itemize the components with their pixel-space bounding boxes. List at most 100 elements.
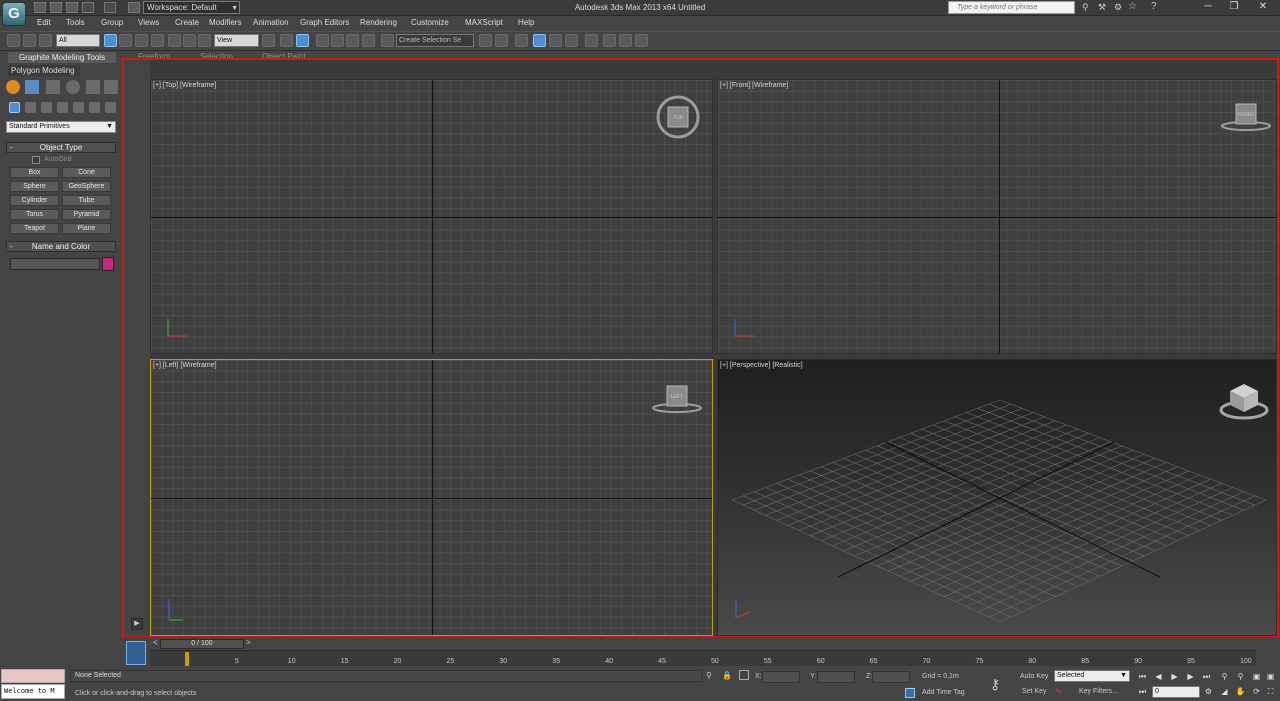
zoom-extents-icon[interactable]: ▣ bbox=[1250, 671, 1263, 683]
menu-help[interactable]: Help bbox=[518, 18, 534, 27]
minimize-icon[interactable]: ─ bbox=[1196, 0, 1220, 14]
menu-edit[interactable]: Edit bbox=[37, 18, 51, 27]
cone-button[interactable]: Cone bbox=[62, 167, 111, 178]
shapes-icon[interactable] bbox=[25, 102, 36, 113]
systems-icon[interactable] bbox=[105, 102, 116, 113]
new-scene-icon[interactable] bbox=[34, 2, 46, 13]
scale-icon[interactable] bbox=[198, 34, 211, 47]
time-configuration-icon[interactable]: ⚙ bbox=[1202, 686, 1215, 698]
torus-button[interactable]: Torus bbox=[10, 209, 59, 220]
keyboard-shortcut-toggle-icon[interactable] bbox=[296, 34, 309, 47]
pyramid-button[interactable]: Pyramid bbox=[62, 209, 111, 220]
zoom-icon[interactable]: ⚲ bbox=[1218, 671, 1231, 683]
geosphere-button[interactable]: GeoSphere bbox=[62, 181, 111, 192]
primitive-category-dropdown[interactable]: Standard Primitives ▼ bbox=[6, 121, 116, 133]
spinner-snap-icon[interactable] bbox=[362, 34, 375, 47]
viewcube-top[interactable]: TOP bbox=[653, 94, 703, 140]
geometry-icon[interactable] bbox=[9, 102, 20, 113]
name-and-color-rollout[interactable]: - Name and Color bbox=[6, 241, 116, 252]
display-tab-icon[interactable] bbox=[86, 80, 100, 94]
create-tab-icon[interactable] bbox=[6, 80, 20, 94]
help-icon[interactable]: ? bbox=[1151, 1, 1157, 12]
viewport-perspective[interactable]: [+] [Perspective] [Realistic] bbox=[717, 359, 1277, 636]
window-crossing-icon[interactable] bbox=[151, 34, 164, 47]
align-icon[interactable] bbox=[495, 34, 508, 47]
viewport-front[interactable]: [+] [Front] [Wireframe] FRONT bbox=[717, 79, 1277, 354]
field-of-view-icon[interactable]: ◢ bbox=[1218, 686, 1231, 698]
material-editor-icon[interactable] bbox=[585, 34, 598, 47]
select-object-icon[interactable] bbox=[104, 34, 117, 47]
tube-button[interactable]: Tube bbox=[62, 195, 111, 206]
maximize-viewport-icon[interactable]: ⛶ bbox=[1264, 686, 1277, 698]
modify-tab-icon[interactable] bbox=[25, 80, 39, 94]
graphite-toggle-icon[interactable] bbox=[549, 34, 562, 47]
key-filters-button[interactable]: Key Filters... bbox=[1079, 688, 1118, 695]
viewport-top[interactable]: [+] [Top] [Wireframe] TOP bbox=[150, 79, 713, 354]
pan-view-icon[interactable]: ✋ bbox=[1234, 686, 1247, 698]
lights-icon[interactable] bbox=[41, 102, 52, 113]
render-production-icon[interactable] bbox=[635, 34, 648, 47]
named-selection-set-dropdown[interactable]: Create Selection Se bbox=[396, 34, 474, 47]
maxscript-listener-macro[interactable] bbox=[1, 669, 65, 683]
cameras-icon[interactable] bbox=[57, 102, 68, 113]
cylinder-button[interactable]: Cylinder bbox=[10, 195, 59, 206]
timeline-track[interactable] bbox=[150, 650, 1256, 666]
previous-frame-icon[interactable]: ◀ bbox=[1152, 671, 1165, 683]
go-to-start-icon[interactable]: ⏮ bbox=[1136, 671, 1149, 683]
time-tag-icon[interactable] bbox=[905, 688, 915, 698]
isolate-selection-icon[interactable]: ⚲ bbox=[706, 671, 712, 680]
redo-icon[interactable] bbox=[104, 2, 116, 13]
rotate-icon[interactable] bbox=[183, 34, 196, 47]
viewcube-perspective[interactable] bbox=[1218, 380, 1270, 424]
menu-views[interactable]: Views bbox=[138, 18, 159, 27]
project-folder-icon[interactable] bbox=[128, 2, 140, 13]
edit-named-selection-icon[interactable] bbox=[381, 34, 394, 47]
viewport-label-left[interactable]: [+] [Left] [Wireframe] bbox=[153, 362, 217, 369]
search-input[interactable]: Type a keyword or phrase bbox=[948, 1, 1075, 14]
menu-tools[interactable]: Tools bbox=[66, 18, 85, 27]
subscription-icon[interactable]: ⚒ bbox=[1098, 2, 1106, 13]
tab-graphite-modeling-tools[interactable]: Graphite Modeling Tools bbox=[8, 52, 116, 63]
menu-modifiers[interactable]: Modifiers bbox=[209, 18, 241, 27]
timeline-playhead[interactable] bbox=[185, 652, 189, 666]
time-slider-prev-icon[interactable]: < bbox=[153, 638, 158, 647]
object-type-rollout[interactable]: - Object Type bbox=[6, 142, 116, 153]
selection-lock-icon[interactable]: 🔒 bbox=[722, 671, 732, 680]
maxscript-listener-input[interactable]: Welcome to M bbox=[1, 684, 65, 699]
save-file-icon[interactable] bbox=[66, 2, 78, 13]
mirror-icon[interactable] bbox=[479, 34, 492, 47]
box-button[interactable]: Box bbox=[10, 167, 59, 178]
viewport-left[interactable]: [+] [Left] [Wireframe] LEFT bbox=[150, 359, 713, 636]
favorites-star-icon[interactable]: ☆ bbox=[1128, 1, 1137, 12]
search-binoculars-icon[interactable]: ⚲ bbox=[1082, 2, 1089, 13]
autogrid-checkbox[interactable] bbox=[32, 156, 40, 164]
select-manipulate-icon[interactable] bbox=[280, 34, 293, 47]
layer-manager-icon[interactable] bbox=[533, 34, 546, 47]
auto-key-button[interactable]: Auto Key bbox=[1020, 673, 1048, 680]
play-icon[interactable]: ▶ bbox=[1168, 671, 1181, 683]
orbit-icon[interactable]: ⟳ bbox=[1250, 686, 1263, 698]
menu-create[interactable]: Create bbox=[175, 18, 199, 27]
teapot-button[interactable]: Teapot bbox=[10, 223, 59, 234]
rectangular-selection-icon[interactable] bbox=[135, 34, 148, 47]
menu-graph-editors[interactable]: Graph Editors bbox=[300, 18, 349, 27]
curve-editor-icon[interactable] bbox=[565, 34, 578, 47]
snaps-toggle-icon[interactable] bbox=[316, 34, 329, 47]
menu-group[interactable]: Group bbox=[101, 18, 123, 27]
viewcube-left[interactable]: LEFT bbox=[649, 382, 705, 416]
link-icon[interactable] bbox=[7, 34, 20, 47]
select-by-name-icon[interactable] bbox=[119, 34, 132, 47]
rendered-frame-window-icon[interactable] bbox=[619, 34, 632, 47]
menu-animation[interactable]: Animation bbox=[253, 18, 289, 27]
viewcube-front[interactable]: FRONT bbox=[1218, 100, 1274, 134]
pivot-center-icon[interactable] bbox=[262, 34, 275, 47]
key-mode-toggle-icon[interactable]: ⏭ bbox=[1136, 686, 1149, 698]
motion-tab-icon[interactable] bbox=[66, 80, 80, 94]
close-icon[interactable]: ✕ bbox=[1251, 0, 1275, 14]
menu-rendering[interactable]: Rendering bbox=[360, 18, 397, 27]
communication-center-icon[interactable]: ⚙ bbox=[1114, 2, 1122, 13]
current-frame-field[interactable]: 0 bbox=[1152, 686, 1200, 698]
viewport-layout-icon[interactable] bbox=[126, 641, 146, 665]
render-setup-icon[interactable] bbox=[603, 34, 616, 47]
plane-button[interactable]: Plane bbox=[62, 223, 111, 234]
